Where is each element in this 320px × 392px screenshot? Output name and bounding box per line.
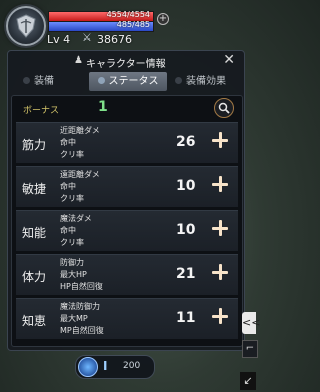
stat-name: 筋力 (22, 138, 47, 152)
stat-row-agility: 敏捷 遠距離ダメ 命中 クリ率 10 (16, 166, 238, 207)
stat-value: 11 (176, 310, 196, 326)
stat-effect: HP自然回復 (60, 282, 103, 291)
stat-effect: 近距離ダメ (60, 126, 100, 135)
skill-bar[interactable]: I 200 (75, 355, 155, 379)
stat-effect: 命中 (60, 226, 76, 235)
hp-text: 4554/4554 (106, 10, 150, 19)
stat-effect: 命中 (60, 182, 76, 191)
stat-effect: クリ率 (60, 150, 84, 159)
tab-bar: 装備 ステータス 装備効果 (11, 72, 241, 91)
stat-name: 敏捷 (22, 182, 47, 196)
add-stat-button[interactable] (210, 174, 230, 194)
stat-effect: 防御力 (60, 258, 84, 267)
stat-effect: 魔法防御力 (60, 302, 100, 311)
tab-dot-icon (23, 77, 30, 84)
stat-name: 知恵 (22, 314, 47, 328)
side-action-button[interactable]: ↙ (240, 372, 256, 390)
combat-power-value: 38676 (97, 33, 132, 46)
mp-text: 485/485 (116, 20, 150, 29)
tab-label: 装備効果 (186, 76, 226, 87)
stat-effects: 防御力 最大HP HP自然回復 (60, 257, 103, 293)
collapse-button[interactable]: << (242, 312, 260, 334)
stat-effect: クリ率 (60, 238, 84, 247)
tab-equipment[interactable]: 装備 (23, 72, 54, 91)
shield-crest-icon (16, 14, 36, 38)
stat-effects: 遠距離ダメ 命中 クリ率 (60, 169, 100, 205)
stat-row-vitality: 体力 防御力 最大HP HP自然回復 21 (16, 254, 238, 295)
tab-label: ステータス (108, 76, 159, 87)
stat-value: 26 (176, 134, 196, 150)
side-menu-button[interactable]: ⌐ (242, 340, 258, 358)
stat-effects: 魔法防御力 最大MP MP自然回復 (60, 301, 104, 337)
add-resource-button[interactable]: + (157, 13, 169, 25)
add-stat-button[interactable] (210, 262, 230, 282)
stat-effect: 命中 (60, 138, 76, 147)
skill-tier: I (103, 359, 108, 373)
feather-icon (78, 357, 98, 377)
add-stat-button[interactable] (210, 130, 230, 150)
add-stat-button[interactable] (210, 218, 230, 238)
stat-row-strength: 筋力 近距離ダメ 命中 クリ率 26 (16, 122, 238, 163)
search-icon (218, 102, 230, 114)
bonus-label: ボーナス (23, 106, 60, 116)
tab-dot-icon (97, 77, 105, 84)
tab-dot-icon (175, 77, 182, 84)
stat-effect: 最大HP (60, 270, 87, 279)
stat-effect: 遠距離ダメ (60, 170, 100, 179)
stat-effects: 魔法ダメ 命中 クリ率 (60, 213, 92, 249)
panel-header: ♟ キャラクター情報 ✕ (8, 51, 244, 71)
level-label: Lv 4 (47, 33, 71, 46)
character-portrait[interactable] (6, 6, 46, 46)
bonus-value: 1 (98, 99, 108, 115)
stat-row-wisdom: 知恵 魔法防御力 最大MP MP自然回復 11 (16, 298, 238, 339)
stat-effect: 最大MP (60, 314, 88, 323)
stat-effect: クリ率 (60, 194, 84, 203)
close-button[interactable]: ✕ (223, 52, 235, 68)
stat-value: 21 (176, 266, 196, 282)
stat-value: 10 (176, 178, 196, 194)
character-icon: ♟ (74, 55, 83, 66)
tab-equipment-effects[interactable]: 装備効果 (175, 72, 226, 91)
stat-name: 知能 (22, 226, 47, 240)
panel-title: キャラクター情報 (86, 59, 166, 70)
stat-name: 体力 (22, 270, 47, 284)
stat-value: 10 (176, 222, 196, 238)
stat-effect: 魔法ダメ (60, 214, 92, 223)
magnifier-button[interactable] (214, 98, 234, 118)
stat-effects: 近距離ダメ 命中 クリ率 (60, 125, 100, 161)
stat-row-intelligence: 知能 魔法ダメ 命中 クリ率 10 (16, 210, 238, 251)
bonus-row: ボーナス 1 (12, 96, 242, 120)
add-stat-button[interactable] (210, 306, 230, 326)
tab-status[interactable]: ステータス (89, 72, 167, 91)
crossed-swords-icon: ⚔ (82, 31, 92, 44)
skill-value: 200 (123, 361, 141, 371)
status-content: ボーナス 1 筋力 近距離ダメ 命中 クリ率 26 敏捷 遠距離ダメ 命中 クリ… (11, 95, 243, 347)
mp-bar: 485/485 (48, 20, 154, 32)
stat-effect: MP自然回復 (60, 326, 104, 335)
character-info-panel: ♟ キャラクター情報 ✕ 装備 ステータス 装備効果 ボーナス 1 筋力 近距離… (7, 50, 245, 351)
tab-label: 装備 (34, 76, 54, 87)
